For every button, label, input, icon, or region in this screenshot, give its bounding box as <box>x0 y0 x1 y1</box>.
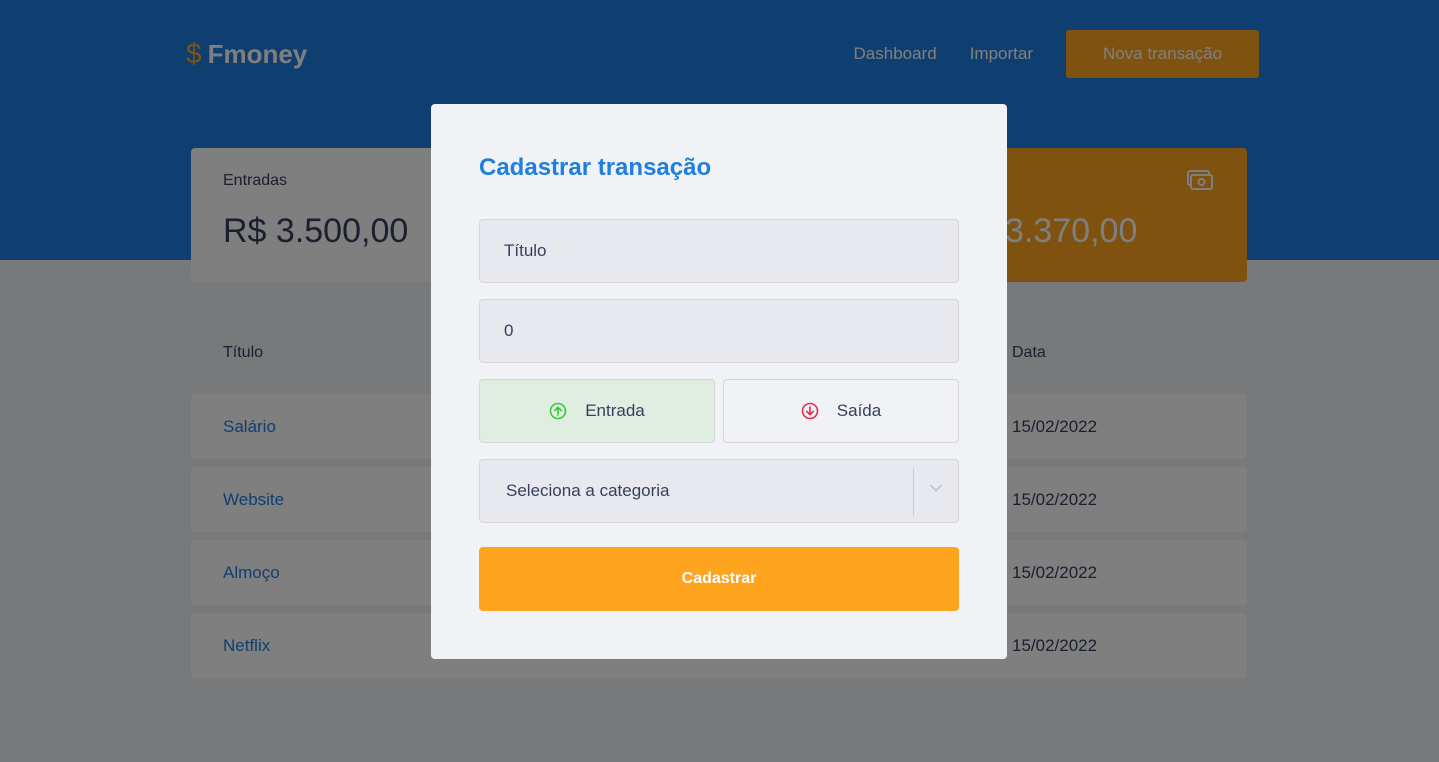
outcome-type-label: Saída <box>836 401 882 420</box>
category-placeholder: Seleciona a categoria <box>506 481 670 500</box>
outcome-type-button[interactable]: Saída <box>723 379 959 443</box>
income-type-label: Entrada <box>585 401 645 420</box>
submit-button[interactable]: Cadastrar <box>479 547 959 611</box>
amount-input[interactable] <box>479 299 959 363</box>
category-select[interactable]: Seleciona a categoria <box>479 459 959 523</box>
income-type-button[interactable]: Entrada <box>479 379 715 443</box>
arrow-up-circle-icon <box>549 402 567 420</box>
select-divider <box>913 468 914 516</box>
arrow-down-circle-icon <box>801 402 819 420</box>
new-transaction-modal: Cadastrar transação Entrada Saída Seleci… <box>431 104 1007 659</box>
title-input[interactable] <box>479 219 959 283</box>
chevron-down-icon[interactable] <box>930 484 942 492</box>
modal-title: Cadastrar transação <box>479 154 712 181</box>
